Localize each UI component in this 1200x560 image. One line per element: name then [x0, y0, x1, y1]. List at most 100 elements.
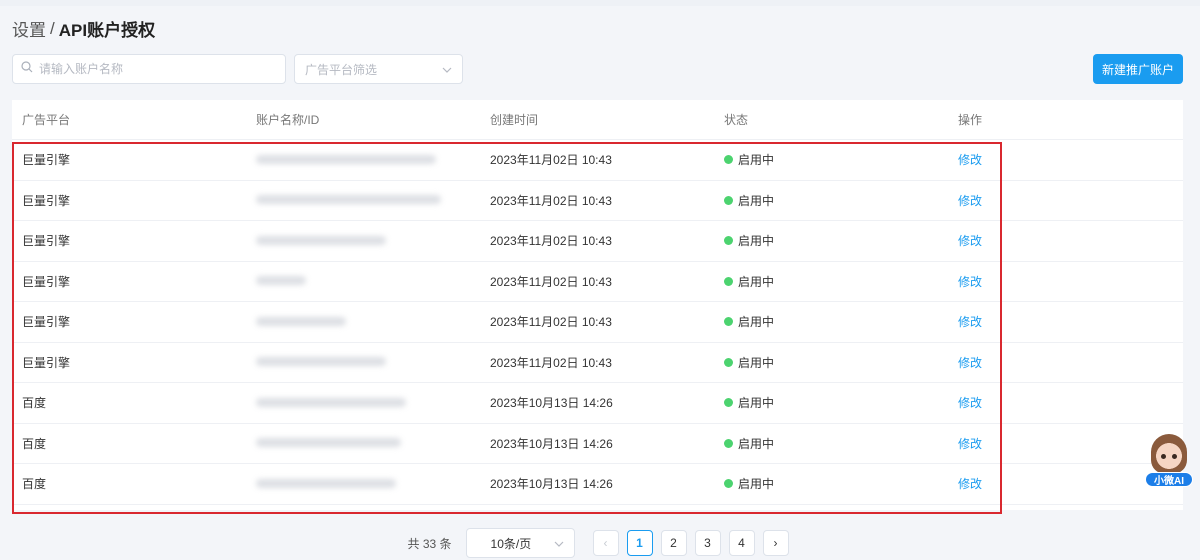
- status-text: 启用中: [738, 274, 775, 289]
- edit-link[interactable]: 修改: [958, 396, 982, 410]
- status-text: 启用中: [738, 153, 775, 168]
- cell-platform: 巨量引擎: [22, 234, 71, 249]
- page-button-4[interactable]: 4: [728, 530, 755, 556]
- cell-created: 2023年10月13日 14:26: [490, 396, 613, 411]
- edit-link[interactable]: 修改: [958, 356, 982, 370]
- chevron-down-icon: [554, 536, 564, 550]
- edit-link[interactable]: 修改: [958, 194, 982, 208]
- cell-created: 2023年11月02日 10:43: [490, 355, 612, 370]
- next-page-button[interactable]: ›: [762, 530, 789, 556]
- page-title: API账户授权: [58, 21, 156, 40]
- table-row: 巨量引擎 2023年11月02日 10:43 启用中 修改: [12, 140, 1183, 181]
- cell-platform: 巨量引擎: [22, 355, 71, 370]
- cell-created: 2023年11月02日 10:43: [490, 193, 612, 208]
- header-status: 状态: [724, 113, 749, 127]
- cell-platform: 百度: [22, 396, 47, 411]
- breadcrumb-separator: /: [50, 18, 55, 38]
- header-platform: 广告平台: [22, 113, 71, 127]
- status-dot: [724, 479, 733, 489]
- table-row: 巨量引擎 2023年11月02日 10:43 启用中 修改: [12, 262, 1183, 302]
- cell-created: 2023年11月02日 10:43: [490, 153, 612, 168]
- status-dot: [724, 236, 733, 246]
- status-dot: [724, 398, 733, 408]
- platform-filter-placeholder: 广告平台筛选: [305, 62, 378, 77]
- page-size-select[interactable]: 10条/页: [465, 528, 575, 558]
- status-dot: [724, 195, 733, 205]
- search-input[interactable]: [39, 62, 269, 76]
- new-account-button[interactable]: 新建推广账户: [1093, 54, 1183, 84]
- cell-status: 启用中: [714, 475, 948, 492]
- cell-created: 2023年11月02日 10:43: [490, 234, 612, 249]
- cell-status: 启用中: [714, 232, 948, 249]
- status-dot: [724, 357, 733, 367]
- table-row: 百度 2023年10月13日 14:26 启用中 修改: [12, 383, 1183, 424]
- cell-created: 2023年10月13日 14:26: [490, 477, 613, 492]
- cell-status: 启用中: [714, 394, 948, 411]
- header-action: 操作: [958, 113, 983, 127]
- breadcrumb: 设置 / API账户授权: [12, 16, 155, 41]
- edit-link[interactable]: 修改: [958, 275, 982, 289]
- search-icon: [21, 60, 33, 78]
- status-dot: [724, 438, 733, 448]
- table-row: 百度 2023年10月13日 14:26 启用中 修改: [12, 464, 1183, 505]
- status-dot: [724, 317, 733, 327]
- edit-link[interactable]: 修改: [958, 153, 982, 167]
- status-text: 启用中: [738, 355, 775, 370]
- cell-platform: 巨量引擎: [22, 315, 71, 330]
- status-dot: [724, 276, 733, 286]
- status-text: 启用中: [738, 436, 775, 451]
- assistant-avatar: [1151, 434, 1187, 474]
- status-text: 启用中: [738, 396, 775, 411]
- ai-assistant-widget[interactable]: 小微AI: [1143, 434, 1195, 490]
- table-row: 巨量引擎 2023年11月02日 10:43 启用中 修改: [12, 343, 1183, 383]
- edit-link[interactable]: 修改: [958, 437, 982, 451]
- status-dot: [724, 155, 733, 165]
- page-size-value: 10条/页: [490, 536, 532, 551]
- cell-platform: 巨量引擎: [22, 153, 71, 168]
- cell-created: 2023年11月02日 10:43: [490, 274, 612, 289]
- cell-status: 启用中: [714, 151, 948, 168]
- cell-account-redacted: [246, 274, 480, 288]
- table-header: 广告平台 账户名称/ID 创建时间 状态 操作: [12, 100, 1183, 140]
- page-button-2[interactable]: 2: [660, 530, 687, 556]
- chevron-down-icon: [442, 62, 452, 76]
- cell-created: 2023年11月02日 10:43: [490, 315, 612, 330]
- assistant-label: 小微AI: [1145, 472, 1193, 487]
- edit-link[interactable]: 修改: [958, 234, 982, 248]
- cell-account-redacted: [246, 396, 480, 410]
- cell-account-redacted: [246, 355, 480, 369]
- cell-status: 启用中: [714, 354, 948, 371]
- cell-platform: 百度: [22, 436, 47, 451]
- cell-account-redacted: [246, 477, 480, 491]
- page-button-3[interactable]: 3: [694, 530, 721, 556]
- cell-platform: 巨量引擎: [22, 274, 71, 289]
- account-search[interactable]: [12, 54, 286, 84]
- header-created: 创建时间: [490, 113, 539, 127]
- cell-account-redacted: [246, 315, 480, 329]
- total-count: 共 33 条: [407, 536, 452, 551]
- account-table: 广告平台 账户名称/ID 创建时间 状态 操作 巨量引擎 2023年11月02日…: [12, 100, 1183, 510]
- breadcrumb-parent[interactable]: 设置: [12, 16, 46, 41]
- cell-status: 启用中: [714, 435, 948, 452]
- table-row: 巨量引擎 2023年11月02日 10:43 启用中 修改: [12, 181, 1183, 221]
- edit-link[interactable]: 修改: [958, 315, 982, 329]
- header-account: 账户名称/ID: [256, 113, 320, 127]
- cell-account-redacted: [246, 193, 480, 207]
- status-text: 启用中: [738, 193, 775, 208]
- edit-link[interactable]: 修改: [958, 477, 982, 491]
- cell-account-redacted: [246, 234, 480, 248]
- page-button-1[interactable]: 1: [626, 530, 653, 556]
- prev-page-button[interactable]: ‹: [592, 530, 619, 556]
- platform-filter-select[interactable]: 广告平台筛选: [294, 54, 463, 84]
- cell-account-redacted: [246, 153, 480, 167]
- pagination: 共 33 条 10条/页 ‹ 1 2 3 4 ›: [0, 528, 1200, 558]
- cell-status: 启用中: [714, 273, 948, 290]
- status-text: 启用中: [738, 234, 775, 249]
- table-row: 巨量引擎 2023年11月02日 10:43 启用中 修改: [12, 221, 1183, 262]
- cell-status: 启用中: [714, 192, 948, 209]
- assistant-eye: [1172, 454, 1177, 459]
- cell-status: 启用中: [714, 313, 948, 330]
- status-text: 启用中: [738, 477, 775, 492]
- cell-created: 2023年10月13日 14:26: [490, 436, 613, 451]
- assistant-eye: [1161, 454, 1166, 459]
